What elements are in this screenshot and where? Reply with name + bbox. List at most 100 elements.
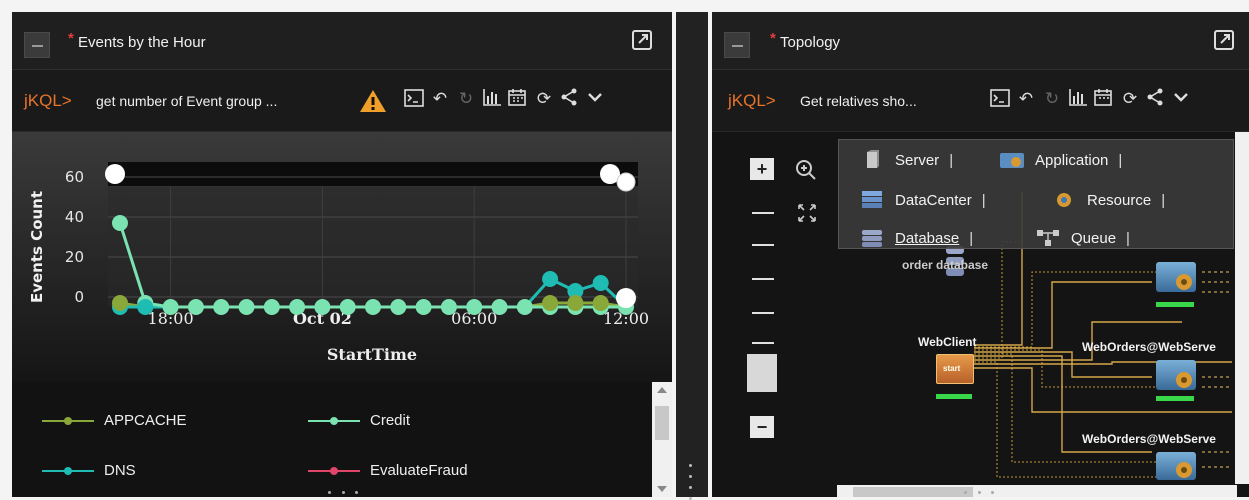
topology-legend: Server | Application | DataCenter | Reso… <box>838 139 1234 249</box>
plot-background <box>108 187 638 307</box>
data-point-credit <box>314 299 331 315</box>
y-axis-title: Events Count <box>28 191 46 303</box>
bar-chart-icon[interactable] <box>482 88 502 110</box>
webclient-health-bar <box>936 394 972 399</box>
legend-database: Database | <box>859 228 973 248</box>
weborders-node-icon-2[interactable] <box>1156 452 1196 480</box>
data-point-credit <box>213 299 230 315</box>
popout-icon[interactable] <box>1212 28 1236 52</box>
zoom-tick <box>752 278 774 280</box>
legend-scrollbar[interactable] <box>652 382 672 497</box>
database-icon <box>862 230 882 247</box>
panel-divider[interactable] <box>676 12 708 500</box>
data-point-credit <box>263 299 280 315</box>
zoom-in-button[interactable]: + <box>750 158 774 180</box>
events-panel: * Events by the Hour jKQL> get number of… <box>12 12 672 497</box>
resize-grip[interactable] <box>328 491 358 495</box>
topology-vertical-scrollbar[interactable] <box>1235 132 1249 484</box>
application-health-bar <box>1156 302 1194 307</box>
scroll-up-arrow[interactable] <box>657 387 667 393</box>
application-icon <box>1000 153 1024 168</box>
weborders-node-label-2: WebOrders@WebServe <box>1082 432 1216 446</box>
calendar-icon[interactable] <box>1094 88 1114 110</box>
data-point-credit <box>440 299 457 315</box>
redo-icon: ↻ <box>458 89 474 108</box>
data-point-dns <box>592 275 609 291</box>
zoom-search-icon[interactable] <box>794 158 818 182</box>
database-node-label: order database <box>902 258 989 272</box>
share-icon[interactable] <box>560 88 580 110</box>
bar-chart-icon[interactable] <box>1068 88 1088 110</box>
data-point-credit <box>187 299 204 315</box>
calendar-icon[interactable] <box>508 88 528 110</box>
zoom-tick <box>752 212 774 214</box>
undo-icon[interactable]: ↶ <box>1016 88 1036 110</box>
zoom-slider-thumb[interactable] <box>747 354 777 392</box>
legend-item-credit[interactable]: Credit <box>308 412 410 429</box>
queue-icon <box>1037 230 1059 246</box>
resize-grip[interactable] <box>964 491 994 495</box>
query-bar: jKQL> Get relatives sho... ↶ ↻ ⟳ <box>712 70 1249 132</box>
topology-panel-header: * Topology <box>712 12 1249 70</box>
panel-title: Events by the Hour <box>78 34 206 51</box>
zoom-tick <box>752 244 774 246</box>
legend-resource: Resource | <box>1051 190 1165 210</box>
terminal-icon[interactable] <box>404 88 424 110</box>
refresh-icon[interactable]: ⟳ <box>1120 88 1140 110</box>
fit-screen-icon[interactable] <box>796 202 818 224</box>
weborders-node-icon[interactable] <box>1156 360 1196 390</box>
data-point-credit <box>466 299 483 315</box>
legend-datacenter: DataCenter | <box>859 190 986 210</box>
data-point-credit <box>491 299 508 315</box>
scroll-thumb[interactable] <box>655 406 669 440</box>
legend-item-evaluatefraud[interactable]: EvaluateFraud <box>308 462 468 479</box>
undo-icon[interactable]: ↶ <box>430 88 450 110</box>
data-point-dns <box>137 299 154 315</box>
data-point-credit <box>365 299 381 315</box>
webclient-start-badge: start <box>943 364 961 373</box>
share-icon[interactable] <box>1146 88 1166 110</box>
chevron-down-icon[interactable] <box>1172 88 1192 110</box>
application-node-icon[interactable] <box>1156 262 1196 292</box>
y-tick-label: 60 <box>65 168 84 186</box>
legend-item-dns[interactable]: DNS <box>42 462 136 479</box>
query-text[interactable]: get number of Event group ... <box>96 93 277 109</box>
warning-icon[interactable] <box>358 88 388 114</box>
legend-label: DNS <box>104 462 136 479</box>
query-bar: jKQL> get number of Event group ... ↶ ↻ … <box>12 70 672 132</box>
data-point-credit <box>339 299 356 315</box>
legend-item-appcache[interactable]: APPCACHE <box>42 412 187 429</box>
webclient-node-icon[interactable]: start <box>936 354 974 384</box>
y-tick-label: 40 <box>65 208 84 226</box>
query-toolbar: ↶ ↻ ⟳ <box>990 88 1192 110</box>
divider-grip[interactable] <box>689 464 693 500</box>
collapse-button[interactable] <box>724 32 750 58</box>
legend-server: Server | <box>859 150 953 170</box>
popout-icon[interactable] <box>630 28 654 52</box>
legend-label: EvaluateFraud <box>370 462 468 479</box>
panel-title: Topology <box>780 34 841 51</box>
range-handle-left <box>105 164 125 184</box>
server-icon <box>867 150 879 168</box>
data-point-appcache <box>592 295 609 311</box>
topology-canvas[interactable]: + − order database WebClient start WebOr… <box>712 132 1249 497</box>
terminal-icon[interactable] <box>990 88 1010 110</box>
query-text[interactable]: Get relatives sho... <box>800 93 917 109</box>
weborders-node-label: WebOrders@WebServe <box>1082 340 1216 354</box>
scroll-thumb[interactable] <box>853 487 973 497</box>
topology-horizontal-scrollbar[interactable] <box>837 485 1237 497</box>
topology-panel: * Topology jKQL> Get relatives sho... ↶ … <box>712 12 1249 497</box>
legend-label: Credit <box>370 412 411 429</box>
legend-swatch-credit <box>308 416 360 425</box>
legend-swatch-evaluatefraud <box>308 466 360 475</box>
data-point-credit <box>112 215 128 231</box>
y-tick-label: 20 <box>65 248 84 266</box>
chart-canvas: 0204060Events Count18:00 Oct 02 06:00 12:00… <box>28 162 649 364</box>
collapse-button[interactable] <box>24 32 50 58</box>
chevron-down-icon[interactable] <box>586 88 606 110</box>
query-prefix: jKQL> <box>24 91 72 110</box>
scroll-down-arrow[interactable] <box>657 486 667 492</box>
chart-legend: APPCACHE Credit DNS EvaluateFraud <box>12 382 652 497</box>
refresh-icon[interactable]: ⟳ <box>534 88 554 110</box>
zoom-out-button[interactable]: − <box>750 416 774 438</box>
